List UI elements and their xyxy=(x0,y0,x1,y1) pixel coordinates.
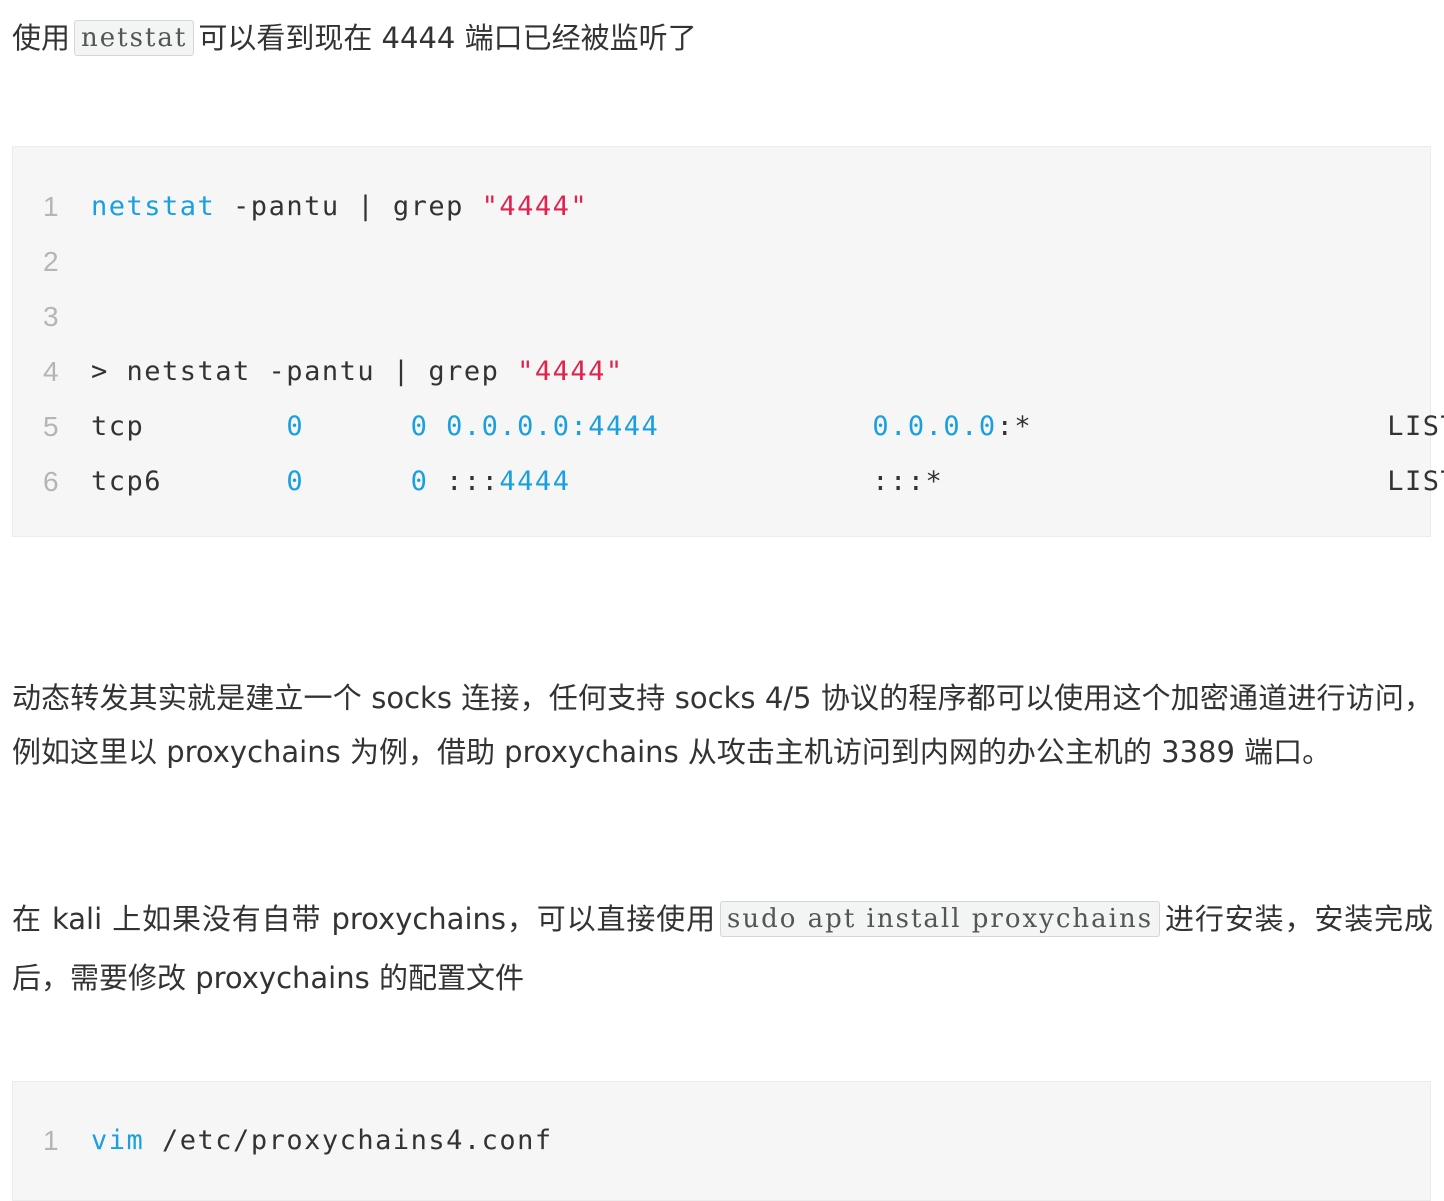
code-token: 0.0.0.0 xyxy=(872,411,997,442)
code-text: tcp6 0 0 :::4444 :::* LISTEN xyxy=(91,454,1444,509)
code-token: tcp6 xyxy=(91,466,287,497)
code-token: 0 xyxy=(286,466,305,497)
code-text: netstat -pantu | grep "4444" xyxy=(91,179,588,234)
code-token: :::* LISTEN xyxy=(570,466,1444,497)
inline-code-netstat: netstat xyxy=(74,20,195,56)
code-token: > netstat -pantu | grep xyxy=(91,356,518,387)
code-token: /etc/proxychains4.conf xyxy=(144,1125,553,1156)
inline-code-apt-install: sudo apt install proxychains xyxy=(720,901,1161,937)
code-line: 1 vim /etc/proxychains4.conf xyxy=(13,1113,1430,1168)
code-token: 0.0.0.0:4444 xyxy=(446,411,660,442)
line-number: 6 xyxy=(43,466,59,497)
code-token: "4444" xyxy=(481,191,589,222)
code-token: vim xyxy=(91,1125,145,1156)
code-token: ::: xyxy=(428,466,500,497)
paragraph-dynamic-forwarding: 动态转发其实就是建立一个 socks 连接，任何支持 socks 4/5 协议的… xyxy=(12,671,1433,779)
para1-after: 可以看到现在 4444 端口已经被监听了 xyxy=(198,21,697,55)
code-text: > netstat -pantu | grep "4444" xyxy=(91,344,624,399)
code-line: 2 xyxy=(13,234,1430,289)
code-token: 4444 xyxy=(499,466,571,497)
code-line: 3 xyxy=(13,289,1430,344)
code-token: tcp xyxy=(91,411,287,442)
paragraph-netstat-intro: 使用 netstat 可以看到现在 4444 端口已经被监听了 xyxy=(12,11,1433,65)
para3-before: 在 kali 上如果没有自带 proxychains，可以直接使用 xyxy=(12,902,717,936)
code-token: 0 xyxy=(410,411,429,442)
code-text: tcp 0 0 0.0.0.0:4444 0.0.0.0:* LISTEN xyxy=(91,399,1444,454)
code-token: netstat xyxy=(91,191,216,222)
code-line: 6 tcp6 0 0 :::4444 :::* LISTEN xyxy=(13,454,1444,509)
code-token: "4444" xyxy=(517,356,624,387)
code-text: vim /etc/proxychains4.conf xyxy=(91,1113,553,1168)
code-line: 1 netstat -pantu | grep "4444" xyxy=(13,179,1430,234)
code-token: :* LISTEN xyxy=(996,411,1444,442)
line-number: 4 xyxy=(43,356,59,387)
code-block-vim-config: 1 vim /etc/proxychains4.conf xyxy=(12,1081,1431,1201)
line-number: 1 xyxy=(43,191,59,222)
line-number: 3 xyxy=(43,301,59,332)
para2-text: 动态转发其实就是建立一个 socks 连接，任何支持 socks 4/5 协议的… xyxy=(12,681,1433,769)
code-token: 0 xyxy=(410,466,429,497)
code-block-netstat: 1 netstat -pantu | grep "4444" 2 3 4 > netsta… xyxy=(12,146,1444,537)
code-token: -pantu | grep xyxy=(215,191,482,222)
line-number: 1 xyxy=(43,1125,59,1156)
code-line: 4 > netstat -pantu | grep "4444" xyxy=(13,344,1430,399)
line-number: 5 xyxy=(43,411,59,442)
paragraph-install-proxychains: 在 kali 上如果没有自带 proxychains，可以直接使用 sudo ap… xyxy=(12,890,1433,1008)
para1-before: 使用 xyxy=(12,21,71,55)
code-line: 5 tcp 0 0 0.0.0.0:4444 0.0.0.0:* LISTEN xyxy=(13,399,1444,454)
code-token: 0 xyxy=(286,411,305,442)
line-number: 2 xyxy=(43,246,59,277)
